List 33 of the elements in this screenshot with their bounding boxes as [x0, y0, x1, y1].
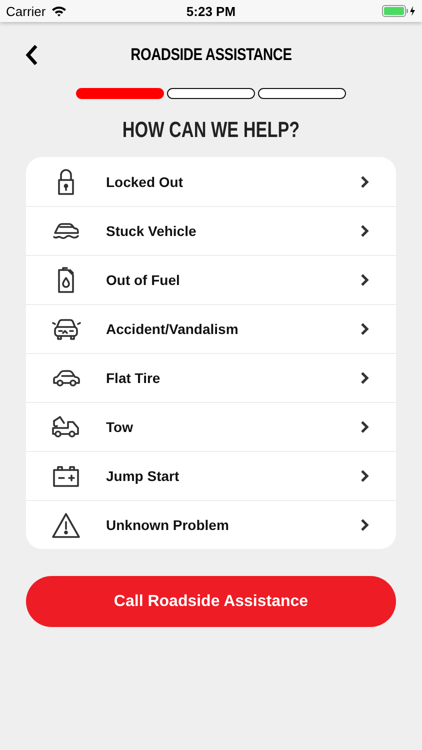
clock-time: 5:23 PM	[186, 4, 236, 18]
carrier-label: Carrier	[6, 4, 46, 18]
option-row[interactable]: Locked Out	[26, 157, 396, 206]
option-row[interactable]: Unknown Problem	[26, 500, 396, 549]
option-row[interactable]: Jump Start	[26, 451, 396, 500]
option-label: Locked Out	[106, 174, 184, 190]
wifi-icon	[50, 5, 67, 17]
warning-icon	[51, 511, 81, 539]
option-label: Unknown Problem	[106, 517, 230, 533]
chevron-right-icon	[360, 224, 370, 238]
option-label: Tow	[106, 419, 134, 435]
chevron-right-icon	[360, 273, 370, 287]
call-roadside-button[interactable]: Call Roadside Assistance	[26, 576, 396, 627]
chevron-right-icon	[360, 174, 370, 188]
chevron-right-icon	[360, 322, 370, 336]
option-label: Accident/Vandalism	[106, 321, 240, 337]
chevron-right-icon	[360, 420, 370, 434]
option-row[interactable]: Tow	[26, 402, 396, 451]
section-heading: HOW CAN WE HELP?	[121, 117, 301, 143]
option-row[interactable]: Accident/Vandalism	[26, 304, 396, 353]
page-title: ROADSIDE ASSISTANCE	[130, 45, 292, 65]
chevron-right-icon	[360, 518, 370, 532]
chevron-right-icon	[360, 371, 370, 385]
option-label: Stuck Vehicle	[106, 223, 198, 239]
option-label: Jump Start	[106, 468, 180, 484]
option-row[interactable]: Out of Fuel	[26, 255, 396, 304]
option-row[interactable]: Flat Tire	[26, 353, 396, 402]
option-label: Out of Fuel	[106, 272, 181, 288]
back-chevron-icon[interactable]	[25, 44, 39, 66]
battery-charging-icon	[382, 5, 416, 17]
option-label: Flat Tire	[106, 370, 162, 386]
chevron-right-icon	[360, 469, 370, 483]
option-row[interactable]: Stuck Vehicle	[26, 206, 396, 255]
